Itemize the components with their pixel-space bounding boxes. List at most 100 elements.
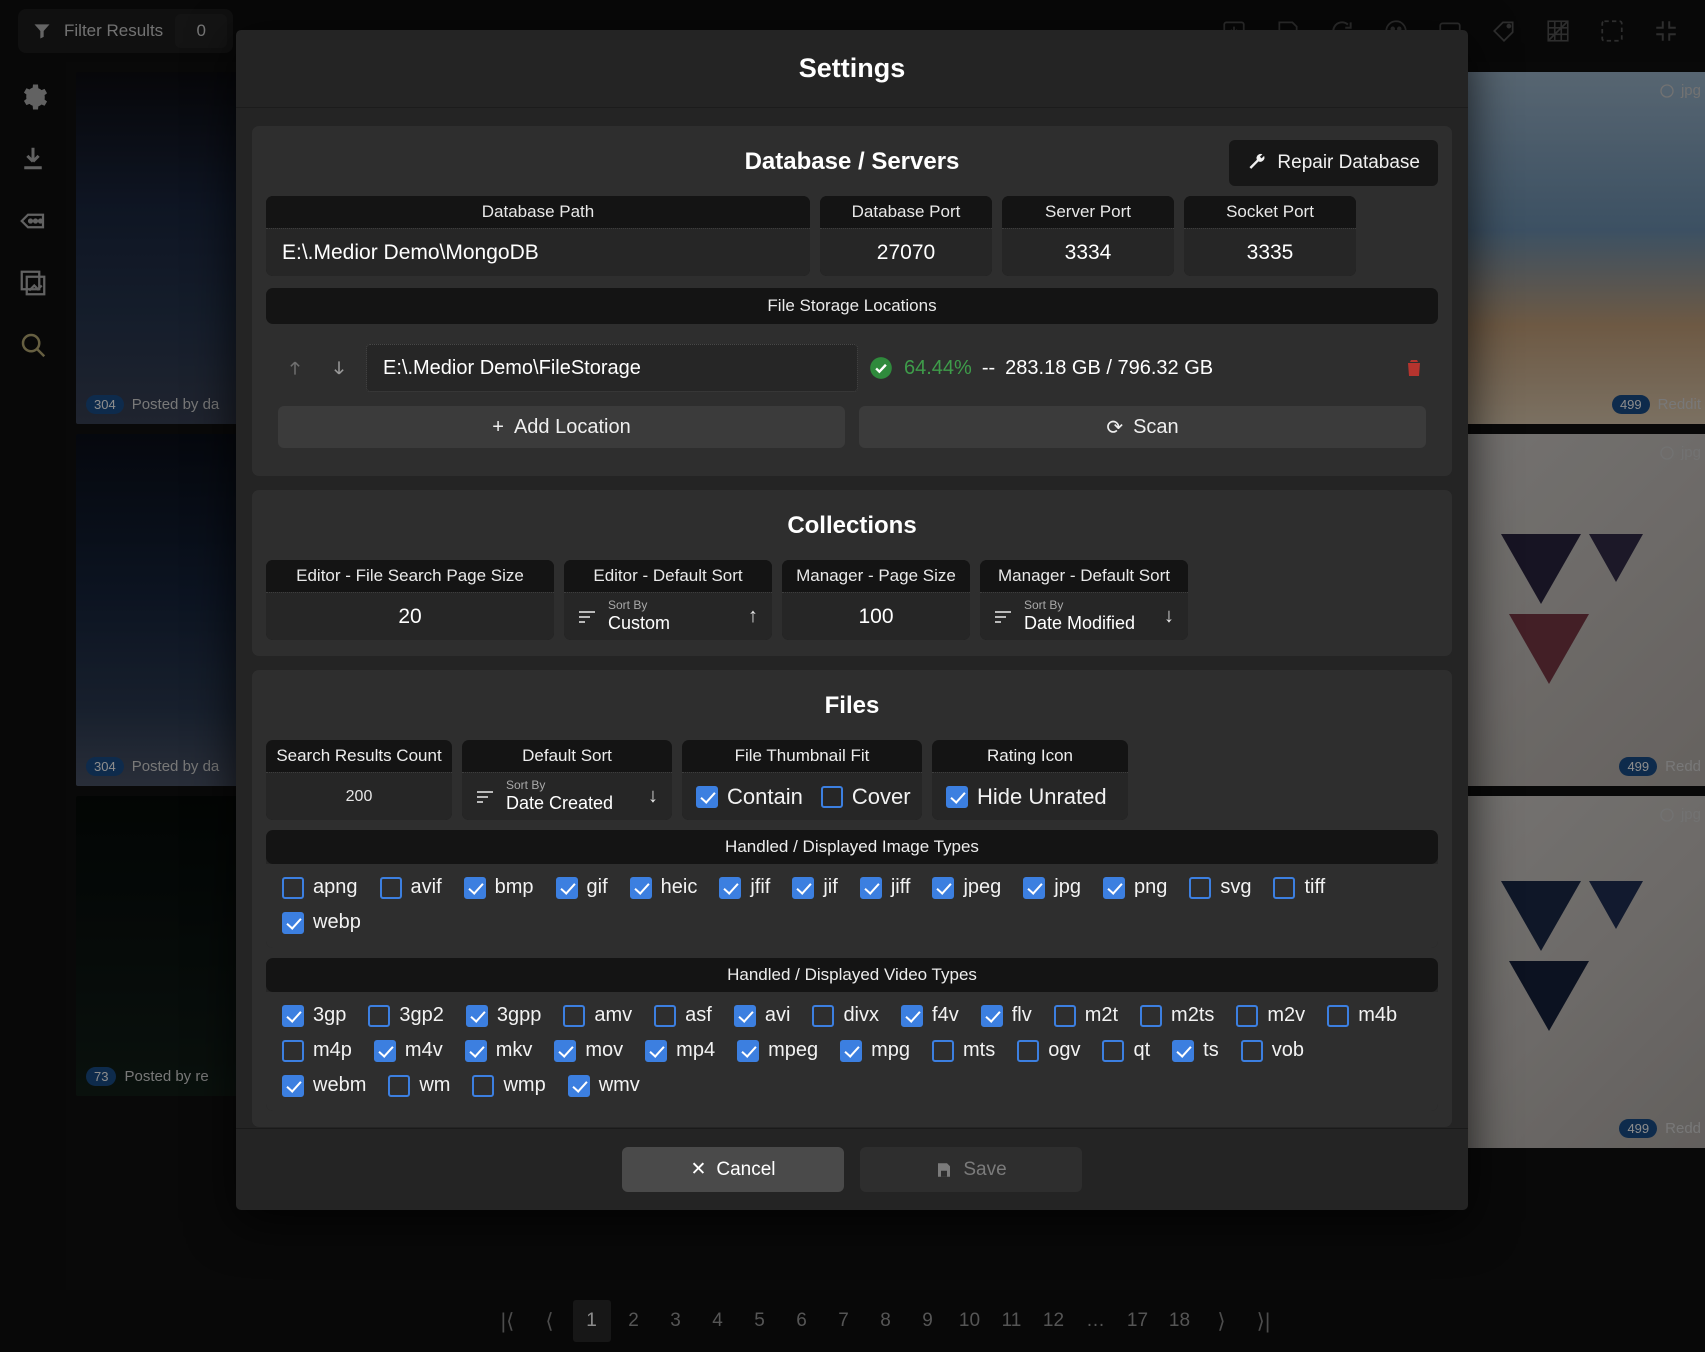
sort-direction-desc-icon[interactable]: ↓ bbox=[1164, 605, 1174, 628]
checkbox-icon[interactable] bbox=[1140, 1004, 1163, 1027]
video-type-option[interactable]: avi bbox=[733, 1004, 790, 1027]
video-type-option[interactable]: qt bbox=[1102, 1039, 1150, 1062]
video-type-option[interactable]: m4p bbox=[282, 1039, 352, 1062]
video-type-option[interactable]: mts bbox=[932, 1039, 995, 1062]
checkbox-icon[interactable] bbox=[1017, 1039, 1040, 1062]
video-type-option[interactable]: 3gp2 bbox=[368, 1004, 444, 1027]
image-type-option[interactable]: bmp bbox=[463, 876, 534, 899]
save-button[interactable]: Save bbox=[860, 1147, 1082, 1192]
manager-page-size-field[interactable]: Manager - Page Size 100 bbox=[782, 560, 970, 640]
image-type-option[interactable]: jpg bbox=[1023, 876, 1081, 899]
checkbox-icon[interactable] bbox=[379, 876, 402, 899]
video-type-option[interactable]: asf bbox=[654, 1004, 712, 1027]
search-results-count-field[interactable]: Search Results Count 200 bbox=[266, 740, 452, 820]
checkbox-icon[interactable] bbox=[901, 1004, 924, 1027]
checkbox-icon[interactable] bbox=[1273, 876, 1296, 899]
checkbox-icon[interactable] bbox=[282, 1074, 304, 1097]
search-results-count-value[interactable]: 200 bbox=[266, 772, 452, 820]
checkbox-icon[interactable] bbox=[282, 1004, 304, 1027]
checkbox-icon[interactable] bbox=[388, 1074, 411, 1097]
image-type-option[interactable]: webp bbox=[282, 911, 361, 934]
image-type-option[interactable]: gif bbox=[555, 876, 608, 899]
server-port-field[interactable]: Server Port 3334 bbox=[1002, 196, 1174, 276]
checkbox-icon[interactable] bbox=[373, 1039, 396, 1062]
video-type-option[interactable]: m2ts bbox=[1140, 1004, 1214, 1027]
checkbox-icon[interactable] bbox=[1102, 1039, 1125, 1062]
video-type-option[interactable]: 3gpp bbox=[465, 1004, 541, 1027]
image-type-option[interactable]: apng bbox=[282, 876, 358, 899]
checkbox-icon[interactable] bbox=[859, 876, 882, 899]
video-type-option[interactable]: mpg bbox=[840, 1039, 910, 1062]
checkbox-icon[interactable] bbox=[282, 876, 304, 899]
checkbox-icon[interactable] bbox=[792, 876, 815, 899]
thumbnail-fit-cover-option[interactable]: Cover bbox=[820, 784, 911, 810]
checkbox-icon[interactable] bbox=[282, 911, 304, 934]
checkbox-icon[interactable] bbox=[733, 1004, 756, 1027]
image-type-option[interactable]: heic bbox=[629, 876, 697, 899]
checkbox-icon[interactable] bbox=[696, 785, 718, 808]
video-type-option[interactable]: ts bbox=[1172, 1039, 1219, 1062]
checkbox-icon[interactable] bbox=[719, 876, 742, 899]
database-path-value[interactable]: E:\.Medior Demo\MongoDB bbox=[266, 228, 810, 276]
editor-default-sort-field[interactable]: Editor - Default Sort Sort By Custom ↑ bbox=[564, 560, 772, 640]
video-type-option[interactable]: amv bbox=[563, 1004, 632, 1027]
checkbox-icon[interactable] bbox=[465, 1004, 488, 1027]
editor-file-search-page-size-value[interactable]: 20 bbox=[266, 592, 554, 640]
video-type-option[interactable]: mov bbox=[554, 1039, 623, 1062]
checkbox-icon[interactable] bbox=[737, 1039, 760, 1062]
checkbox-icon[interactable] bbox=[472, 1074, 495, 1097]
checkbox-icon[interactable] bbox=[1240, 1039, 1263, 1062]
database-port-value[interactable]: 27070 bbox=[820, 228, 992, 276]
scan-button[interactable]: ⟳ Scan bbox=[859, 406, 1426, 448]
checkbox-icon[interactable] bbox=[654, 1004, 677, 1027]
video-type-option[interactable]: 3gp bbox=[282, 1004, 346, 1027]
sort-direction-asc-icon[interactable]: ↑ bbox=[748, 605, 758, 628]
image-type-option[interactable]: jiff bbox=[859, 876, 910, 899]
video-type-option[interactable]: wmv bbox=[567, 1074, 640, 1097]
checkbox-icon[interactable] bbox=[368, 1004, 391, 1027]
files-default-sort-select[interactable]: Sort By Date Created ↓ bbox=[462, 772, 672, 820]
checkbox-icon[interactable] bbox=[563, 1004, 586, 1027]
checkbox-icon[interactable] bbox=[1189, 876, 1212, 899]
cancel-button[interactable]: ✕ Cancel bbox=[622, 1147, 844, 1192]
video-type-option[interactable]: mp4 bbox=[645, 1039, 715, 1062]
checkbox-icon[interactable] bbox=[812, 1004, 835, 1027]
checkbox-icon[interactable] bbox=[554, 1039, 577, 1062]
editor-default-sort-select[interactable]: Sort By Custom ↑ bbox=[564, 592, 772, 640]
checkbox-icon[interactable] bbox=[1327, 1004, 1350, 1027]
video-type-option[interactable]: flv bbox=[980, 1004, 1032, 1027]
video-type-option[interactable]: mpeg bbox=[737, 1039, 818, 1062]
video-type-option[interactable]: vob bbox=[1240, 1039, 1304, 1062]
checkbox-icon[interactable] bbox=[946, 785, 968, 808]
manager-page-size-value[interactable]: 100 bbox=[782, 592, 970, 640]
video-type-option[interactable]: m2t bbox=[1053, 1004, 1118, 1027]
checkbox-icon[interactable] bbox=[1172, 1039, 1195, 1062]
manager-default-sort-select[interactable]: Sort By Date Modified ↓ bbox=[980, 592, 1188, 640]
add-location-button[interactable]: + Add Location bbox=[278, 406, 845, 448]
checkbox-icon[interactable] bbox=[932, 1039, 955, 1062]
image-type-option[interactable]: jif bbox=[792, 876, 838, 899]
checkbox-icon[interactable] bbox=[1023, 876, 1046, 899]
image-type-option[interactable]: jpeg bbox=[932, 876, 1001, 899]
database-path-field[interactable]: Database Path E:\.Medior Demo\MongoDB bbox=[266, 196, 810, 276]
hide-unrated-option[interactable]: Hide Unrated bbox=[946, 784, 1107, 810]
checkbox-icon[interactable] bbox=[980, 1004, 1003, 1027]
checkbox-icon[interactable] bbox=[840, 1039, 863, 1062]
checkbox-icon[interactable] bbox=[463, 876, 486, 899]
video-type-option[interactable]: wmp bbox=[472, 1074, 546, 1097]
checkbox-icon[interactable] bbox=[820, 785, 843, 808]
checkbox-icon[interactable] bbox=[282, 1039, 304, 1062]
socket-port-value[interactable]: 3335 bbox=[1184, 228, 1356, 276]
editor-file-search-page-size-field[interactable]: Editor - File Search Page Size 20 bbox=[266, 560, 554, 640]
move-down-button[interactable] bbox=[322, 351, 356, 385]
checkbox-icon[interactable] bbox=[555, 876, 578, 899]
checkbox-icon[interactable] bbox=[1102, 876, 1125, 899]
video-type-option[interactable]: webm bbox=[282, 1074, 366, 1097]
image-type-option[interactable]: png bbox=[1102, 876, 1167, 899]
repair-database-button[interactable]: Repair Database bbox=[1229, 140, 1438, 186]
move-up-button[interactable] bbox=[278, 351, 312, 385]
socket-port-field[interactable]: Socket Port 3335 bbox=[1184, 196, 1356, 276]
image-type-option[interactable]: tiff bbox=[1273, 876, 1325, 899]
server-port-value[interactable]: 3334 bbox=[1002, 228, 1174, 276]
thumbnail-fit-contain-option[interactable]: Contain bbox=[696, 784, 803, 810]
